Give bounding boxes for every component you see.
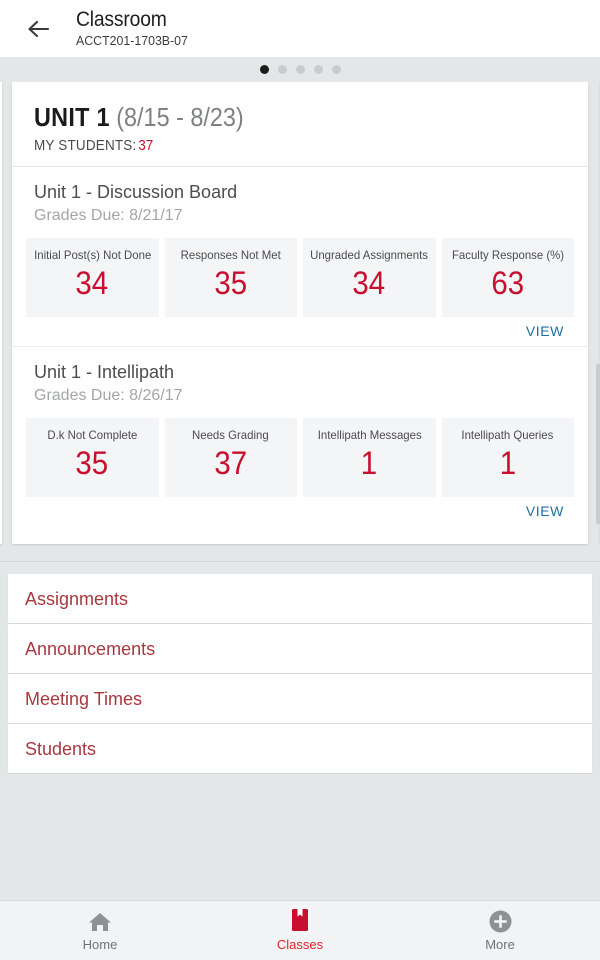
metric-label: Intellipath Messages	[317, 428, 422, 442]
back-button[interactable]	[18, 8, 60, 50]
metric-tiles: D.k Not Complete 35 Needs Grading 37 Int…	[26, 418, 574, 497]
metric-value: 63	[491, 265, 525, 301]
section-discussion-board: Unit 1 - Discussion Board Grades Due: 8/…	[12, 167, 588, 347]
app-bar: Classroom ACCT201-1703B-07	[0, 0, 600, 57]
metric-value: 35	[75, 445, 109, 481]
bottom-navigation: Home Classes More	[0, 900, 600, 960]
metric-tile-responses-not-met[interactable]: Responses Not Met 35	[164, 238, 297, 317]
metric-tile-dk-not-complete[interactable]: D.k Not Complete 35	[26, 418, 159, 497]
course-menu-list: Assignments Announcements Meeting Times …	[0, 570, 600, 774]
my-students-label: MY STUDENTS:	[34, 137, 137, 154]
metric-label: Responses Not Met	[180, 248, 281, 262]
metric-label: Ungraded Assignments	[310, 248, 429, 262]
view-row: VIEW	[26, 497, 574, 526]
unit-date-range: (8/15 - 8/23)	[116, 102, 244, 132]
app-root: Classroom ACCT201-1703B-07 UNIT 1 (8/15 …	[0, 0, 600, 960]
menu-item-students[interactable]: Students	[8, 724, 592, 773]
metric-value: 34	[75, 265, 109, 301]
metric-tiles: Initial Post(s) Not Done 34 Responses No…	[26, 238, 574, 317]
metric-tile-intellipath-messages[interactable]: Intellipath Messages 1	[303, 418, 436, 497]
menu-item-label: Meeting Times	[25, 688, 143, 709]
metric-label: Needs Grading	[192, 428, 270, 442]
metric-tile-needs-grading[interactable]: Needs Grading 37	[164, 418, 297, 497]
nav-item-label: Classes	[276, 937, 324, 952]
arrow-left-icon	[26, 18, 52, 40]
unit-name: UNIT 1	[34, 102, 110, 132]
home-icon	[87, 909, 113, 934]
vertical-scrollbar[interactable]	[596, 364, 600, 524]
unit-carousel: UNIT 1 (8/15 - 8/23) MY STUDENTS: 37 Unit…	[0, 57, 600, 561]
view-link-intellipath[interactable]: VIEW	[526, 503, 564, 519]
carousel-dot-2[interactable]	[277, 65, 287, 74]
section-due-date: Grades Due: 8/21/17	[34, 207, 183, 224]
book-icon	[289, 909, 311, 934]
carousel-dot-5[interactable]	[331, 65, 341, 74]
my-students-line: MY STUDENTS: 37	[34, 137, 513, 154]
app-bar-titles: Classroom ACCT201-1703B-07	[76, 8, 194, 49]
unit-card-previous[interactable]	[0, 82, 2, 544]
page-title: Classroom	[76, 8, 167, 31]
metric-label: Intellipath Queries	[461, 428, 554, 442]
metric-label: Faculty Response (%)	[451, 248, 564, 262]
metric-value: 37	[214, 445, 248, 481]
view-link-discussion-board[interactable]: VIEW	[526, 323, 564, 339]
view-row: VIEW	[26, 317, 574, 346]
metric-tile-intellipath-queries[interactable]: Intellipath Queries 1	[441, 418, 574, 497]
metric-label: Initial Post(s) Not Done	[33, 248, 151, 262]
nav-item-more[interactable]: More	[400, 901, 600, 960]
unit-card: UNIT 1 (8/15 - 8/23) MY STUDENTS: 37 Unit…	[12, 82, 588, 544]
course-code: ACCT201-1703B-07	[76, 33, 188, 48]
section-title: Unit 1 - Intellipath	[34, 362, 175, 382]
section-intellipath: Unit 1 - Intellipath Grades Due: 8/26/17…	[12, 347, 588, 526]
nav-item-home[interactable]: Home	[0, 901, 200, 960]
nav-item-label: Home	[82, 937, 118, 952]
metric-tile-faculty-response[interactable]: Faculty Response (%) 63	[441, 238, 574, 317]
my-students-count: 37	[138, 137, 154, 154]
metric-value: 1	[499, 445, 516, 481]
metric-tile-initial-posts-not-done[interactable]: Initial Post(s) Not Done 34	[26, 238, 159, 317]
carousel-dots	[0, 57, 600, 82]
menu-separator	[0, 561, 600, 570]
plus-circle-icon	[488, 909, 513, 934]
metric-tile-ungraded-assignments[interactable]: Ungraded Assignments 34	[303, 238, 436, 317]
menu-item-assignments[interactable]: Assignments	[8, 574, 592, 623]
menu-item-label: Assignments	[25, 588, 129, 609]
section-due-date: Grades Due: 8/26/17	[34, 387, 183, 404]
nav-item-classes[interactable]: Classes	[200, 901, 400, 960]
section-title: Unit 1 - Discussion Board	[34, 182, 238, 202]
menu-item-label: Announcements	[25, 638, 156, 659]
carousel-dot-3[interactable]	[295, 65, 305, 74]
menu-item-meeting-times[interactable]: Meeting Times	[8, 674, 592, 723]
carousel-track[interactable]: UNIT 1 (8/15 - 8/23) MY STUDENTS: 37 Unit…	[0, 82, 600, 561]
menu-item-announcements[interactable]: Announcements	[8, 624, 592, 673]
metric-value: 35	[214, 265, 248, 301]
empty-space	[0, 774, 600, 900]
unit-title-line: UNIT 1 (8/15 - 8/23)	[34, 102, 513, 132]
carousel-dot-1[interactable]	[259, 65, 269, 74]
metric-label: D.k Not Complete	[47, 428, 138, 442]
menu-item-label: Students	[25, 738, 97, 759]
metric-value: 1	[361, 445, 378, 481]
metric-value: 34	[352, 265, 386, 301]
unit-header: UNIT 1 (8/15 - 8/23) MY STUDENTS: 37	[12, 82, 588, 167]
nav-item-label: More	[485, 937, 515, 952]
carousel-dot-4[interactable]	[313, 65, 323, 74]
